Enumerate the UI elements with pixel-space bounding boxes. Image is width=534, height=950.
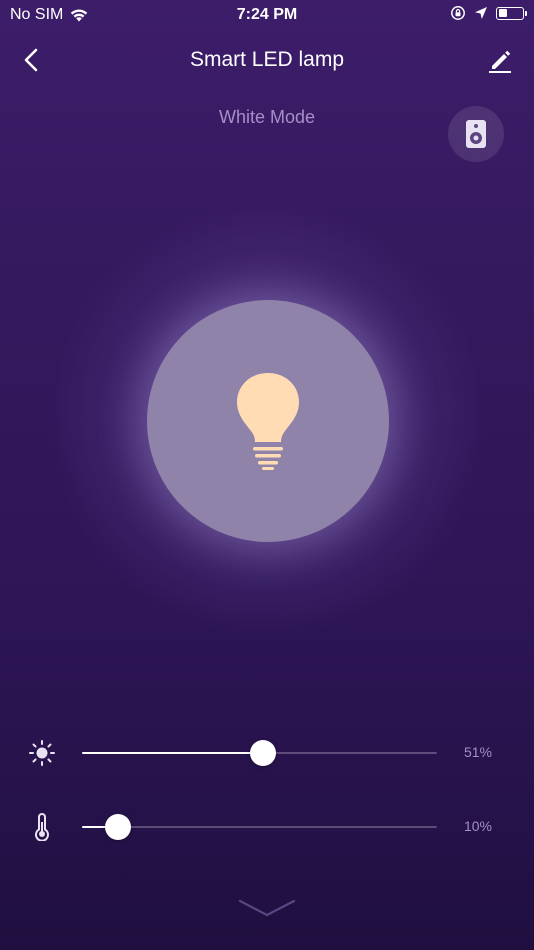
temperature-slider-row: 10% xyxy=(0,807,534,847)
brightness-slider-thumb[interactable] xyxy=(250,740,277,766)
speaker-button[interactable] xyxy=(448,106,504,162)
thermometer-icon xyxy=(35,813,49,841)
location-icon xyxy=(475,7,487,19)
temperature-slider[interactable] xyxy=(82,814,437,840)
chevron-down-icon xyxy=(238,899,296,917)
battery-fill xyxy=(498,9,508,17)
expand-button[interactable] xyxy=(237,895,297,921)
brightness-slider-row: 51% xyxy=(0,733,534,773)
status-right xyxy=(450,5,527,21)
status-bar: No SIM 7:24 PM xyxy=(0,0,534,30)
sun-icon xyxy=(29,740,55,766)
pencil-icon xyxy=(489,50,511,73)
brightness-slider[interactable] xyxy=(82,740,437,766)
nav-bar: Smart LED lamp xyxy=(0,38,534,82)
light-bulb-icon xyxy=(237,373,299,470)
brightness-value: 51% xyxy=(463,744,492,760)
page-title: Smart LED lamp xyxy=(189,48,345,71)
orientation-lock-icon xyxy=(451,6,465,20)
speaker-icon xyxy=(466,120,486,148)
battery-icon xyxy=(496,6,527,20)
brightness-slider-fill xyxy=(82,752,264,754)
lamp-power-button[interactable] xyxy=(147,300,389,542)
temperature-value: 10% xyxy=(463,818,492,834)
temperature-slider-thumb[interactable] xyxy=(104,814,131,840)
edit-button[interactable] xyxy=(486,46,514,74)
